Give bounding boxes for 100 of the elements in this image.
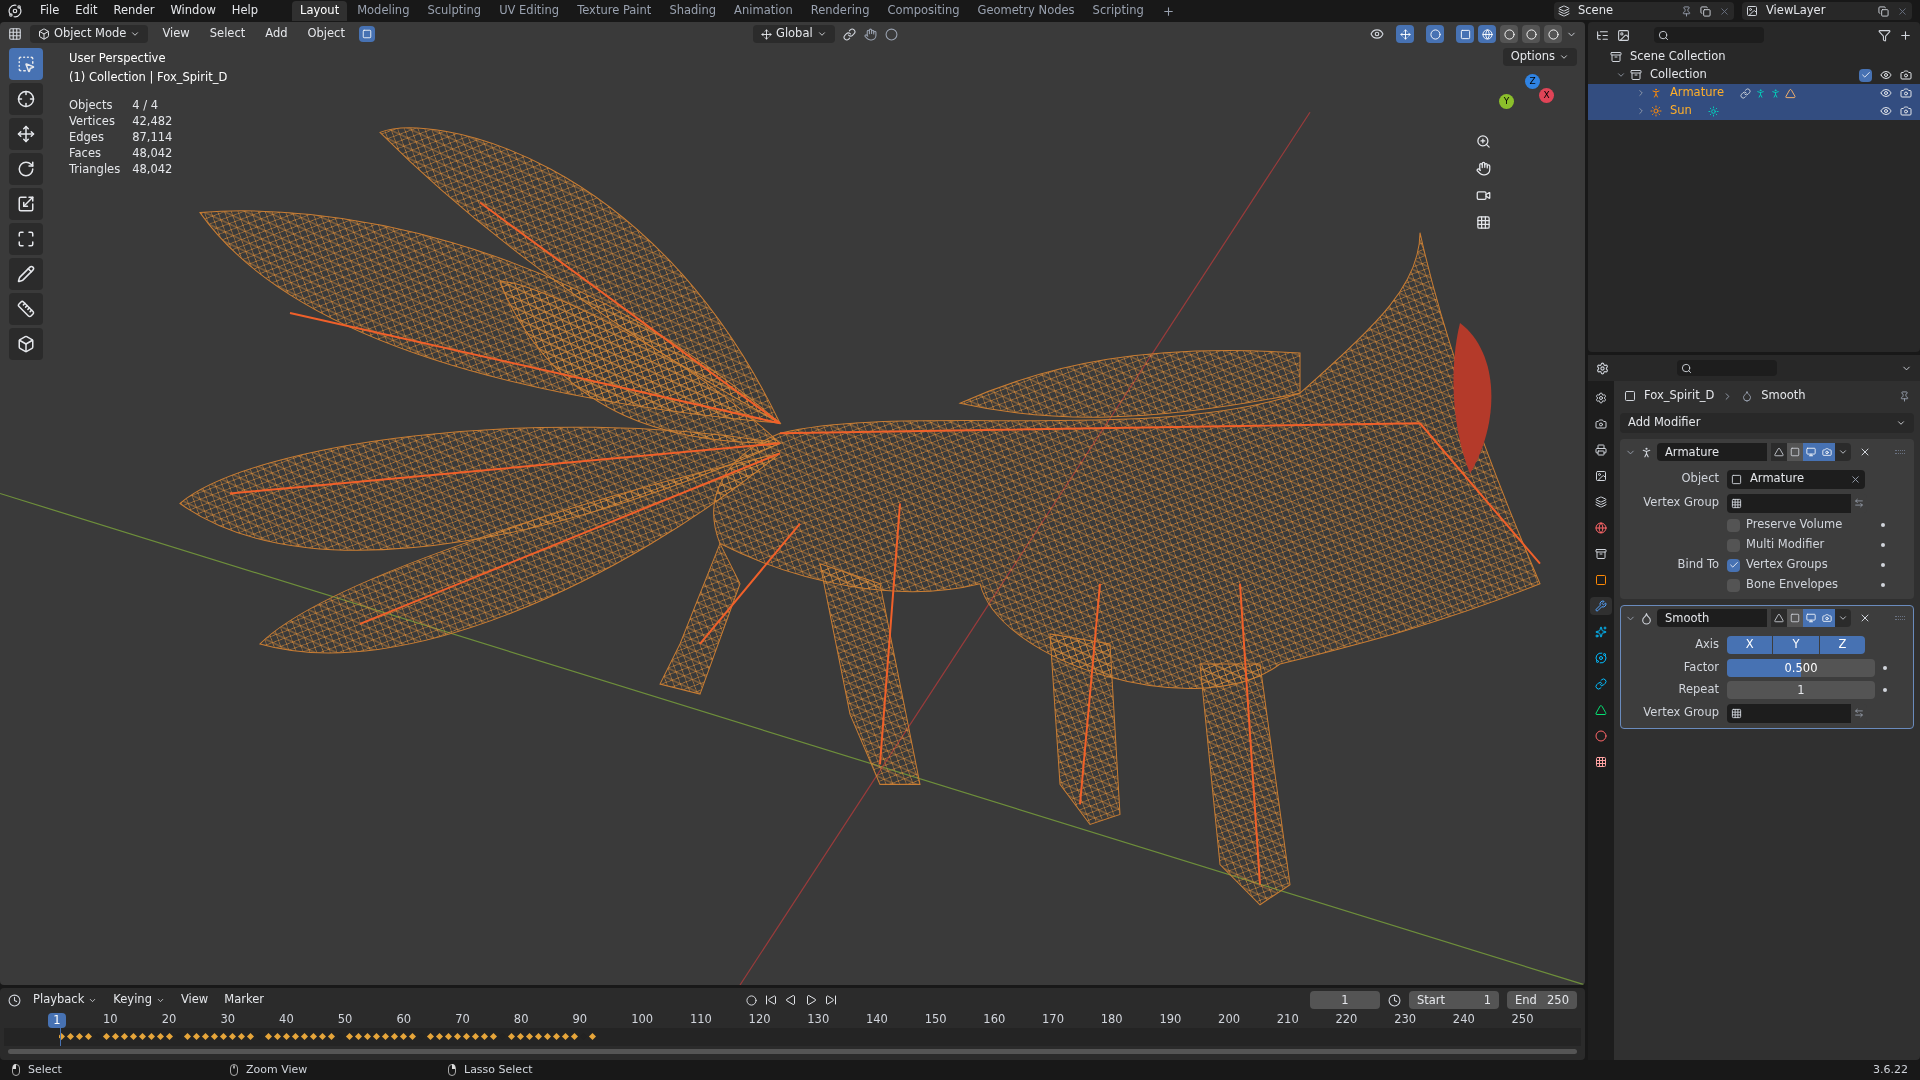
workspace-tab[interactable]: Shading bbox=[661, 1, 725, 21]
options-dropdown[interactable]: Options bbox=[1502, 48, 1577, 66]
add-icon[interactable] bbox=[1161, 4, 1175, 18]
layers-icon[interactable] bbox=[1558, 5, 1570, 17]
eye-icon[interactable] bbox=[1880, 69, 1892, 81]
mode-dropdown[interactable]: Object Mode bbox=[30, 25, 149, 43]
modifier-name-field[interactable]: Armature bbox=[1657, 443, 1767, 461]
start-frame-field[interactable]: Start 1 bbox=[1409, 991, 1499, 1009]
link-icon[interactable] bbox=[842, 27, 856, 41]
camera-icon[interactable] bbox=[1900, 69, 1912, 81]
menu-item[interactable]: File bbox=[34, 2, 66, 20]
add-modifier-dropdown[interactable]: Add Modifier bbox=[1620, 413, 1914, 433]
circle-icon[interactable] bbox=[884, 27, 898, 41]
drag-handle-icon[interactable] bbox=[1895, 450, 1905, 454]
frame-indicator[interactable]: 1 bbox=[48, 1012, 66, 1028]
menu-item[interactable]: Add bbox=[259, 25, 294, 43]
outliner-row[interactable]: Scene Collection bbox=[1588, 48, 1920, 66]
object-field[interactable]: Armature bbox=[1727, 469, 1865, 489]
workspace-tab[interactable]: Compositing bbox=[879, 1, 968, 21]
gear-icon[interactable] bbox=[1596, 361, 1609, 375]
jump-end-icon[interactable] bbox=[825, 994, 837, 1006]
dropdown-toggle[interactable] bbox=[1835, 609, 1851, 627]
vertex-group-field[interactable] bbox=[1727, 703, 1851, 723]
clock-icon[interactable] bbox=[1388, 993, 1401, 1007]
tree-icon[interactable] bbox=[1596, 28, 1609, 42]
viewport-toggle[interactable] bbox=[1803, 443, 1819, 461]
camera-icon[interactable] bbox=[1900, 87, 1912, 99]
menu-item[interactable]: Window bbox=[164, 2, 222, 20]
workspace-tab[interactable]: UV Editing bbox=[491, 1, 568, 21]
render-toggle[interactable] bbox=[1819, 609, 1835, 627]
camera-icon[interactable] bbox=[1900, 105, 1912, 117]
copy-icon[interactable] bbox=[1700, 5, 1711, 17]
menu-item[interactable]: Select bbox=[203, 25, 252, 43]
modifier-name-field[interactable]: Smooth bbox=[1657, 609, 1767, 627]
tool-button[interactable] bbox=[9, 188, 43, 220]
drag-handle-icon[interactable] bbox=[1895, 616, 1905, 620]
axis-toggle[interactable]: X bbox=[1727, 636, 1773, 654]
menu-item[interactable]: View bbox=[156, 25, 196, 43]
image-icon[interactable] bbox=[1746, 5, 1758, 17]
shading-toggle[interactable] bbox=[1500, 25, 1518, 43]
gizmo-axis[interactable]: Y bbox=[1499, 94, 1514, 109]
menu-item[interactable]: Edit bbox=[69, 2, 104, 20]
render-toggle[interactable] bbox=[1819, 443, 1835, 461]
play-reverse-icon[interactable] bbox=[785, 994, 797, 1006]
tool-button[interactable] bbox=[9, 118, 43, 150]
axis-toggle[interactable]: Y bbox=[1773, 636, 1819, 654]
menu-item[interactable]: Playback bbox=[29, 991, 102, 1009]
search-field[interactable] bbox=[1677, 360, 1777, 376]
menu-item[interactable]: Render bbox=[107, 2, 161, 20]
checkbox-label[interactable]: Vertex Groups bbox=[1746, 556, 1828, 574]
shading-toggle[interactable] bbox=[1544, 25, 1562, 43]
eye-icon[interactable] bbox=[1370, 27, 1384, 41]
workspace-tab[interactable]: Modeling bbox=[349, 1, 418, 21]
pin-icon[interactable] bbox=[1899, 390, 1910, 402]
shading-toggle[interactable] bbox=[1478, 25, 1496, 43]
pin-icon[interactable] bbox=[1681, 5, 1692, 17]
checkbox-label[interactable]: Preserve Volume bbox=[1746, 516, 1843, 534]
hand-icon[interactable] bbox=[863, 27, 877, 41]
workspace-tab[interactable]: Layout bbox=[292, 1, 348, 21]
jump-start-icon[interactable] bbox=[765, 994, 777, 1006]
menu-item[interactable]: Marker bbox=[220, 991, 268, 1009]
tool-button[interactable] bbox=[9, 293, 43, 325]
app-logo-icon[interactable] bbox=[8, 4, 22, 18]
gizmo-axis[interactable]: Z bbox=[1525, 74, 1540, 89]
workspace-tab[interactable]: Animation bbox=[726, 1, 801, 21]
play-icon[interactable] bbox=[805, 994, 817, 1006]
checkbox[interactable] bbox=[1727, 558, 1740, 572]
grid-icon[interactable] bbox=[1476, 215, 1491, 230]
checkbox-label[interactable]: Multi Modifier bbox=[1746, 536, 1825, 554]
add-icon[interactable] bbox=[1899, 28, 1912, 42]
clock-icon[interactable] bbox=[8, 993, 21, 1007]
checkbox-label[interactable]: Bone Envelopes bbox=[1746, 576, 1838, 594]
clear-icon[interactable] bbox=[1850, 473, 1861, 485]
xray-toggle[interactable] bbox=[1456, 25, 1474, 43]
filter-icon[interactable] bbox=[1878, 28, 1891, 42]
figure-icon[interactable] bbox=[1755, 87, 1766, 99]
workspace-tab[interactable]: Rendering bbox=[802, 1, 878, 21]
toggle-button[interactable] bbox=[358, 26, 375, 42]
edit-cage-toggle[interactable] bbox=[1771, 443, 1787, 461]
hand-icon[interactable] bbox=[1476, 161, 1491, 176]
link-icon[interactable] bbox=[1740, 87, 1751, 99]
shading-toggle[interactable] bbox=[1522, 25, 1540, 43]
edit-mode-toggle[interactable] bbox=[1787, 443, 1803, 461]
search-field[interactable] bbox=[1654, 27, 1764, 43]
checkbox[interactable] bbox=[1859, 68, 1872, 82]
current-frame-field[interactable]: 1 bbox=[1310, 991, 1380, 1009]
workspace-tab[interactable]: Sculpting bbox=[419, 1, 490, 21]
zoom-icon[interactable] bbox=[1476, 134, 1491, 149]
eye-icon[interactable] bbox=[1880, 87, 1892, 99]
tool-button[interactable] bbox=[9, 153, 43, 185]
menu-item[interactable]: Keying bbox=[109, 991, 169, 1009]
camera-icon[interactable] bbox=[1476, 188, 1491, 203]
number-field[interactable]: 1 bbox=[1727, 681, 1875, 699]
tool-button[interactable] bbox=[9, 258, 43, 290]
end-frame-field[interactable]: End 250 bbox=[1507, 991, 1577, 1009]
workspace-tab[interactable]: Texture Paint bbox=[569, 1, 660, 21]
scrollbar[interactable] bbox=[8, 1049, 1577, 1054]
edit-mode-toggle[interactable] bbox=[1787, 609, 1803, 627]
axis-toggle[interactable]: Z bbox=[1819, 636, 1865, 654]
workspace-tab[interactable]: Scripting bbox=[1084, 1, 1152, 21]
